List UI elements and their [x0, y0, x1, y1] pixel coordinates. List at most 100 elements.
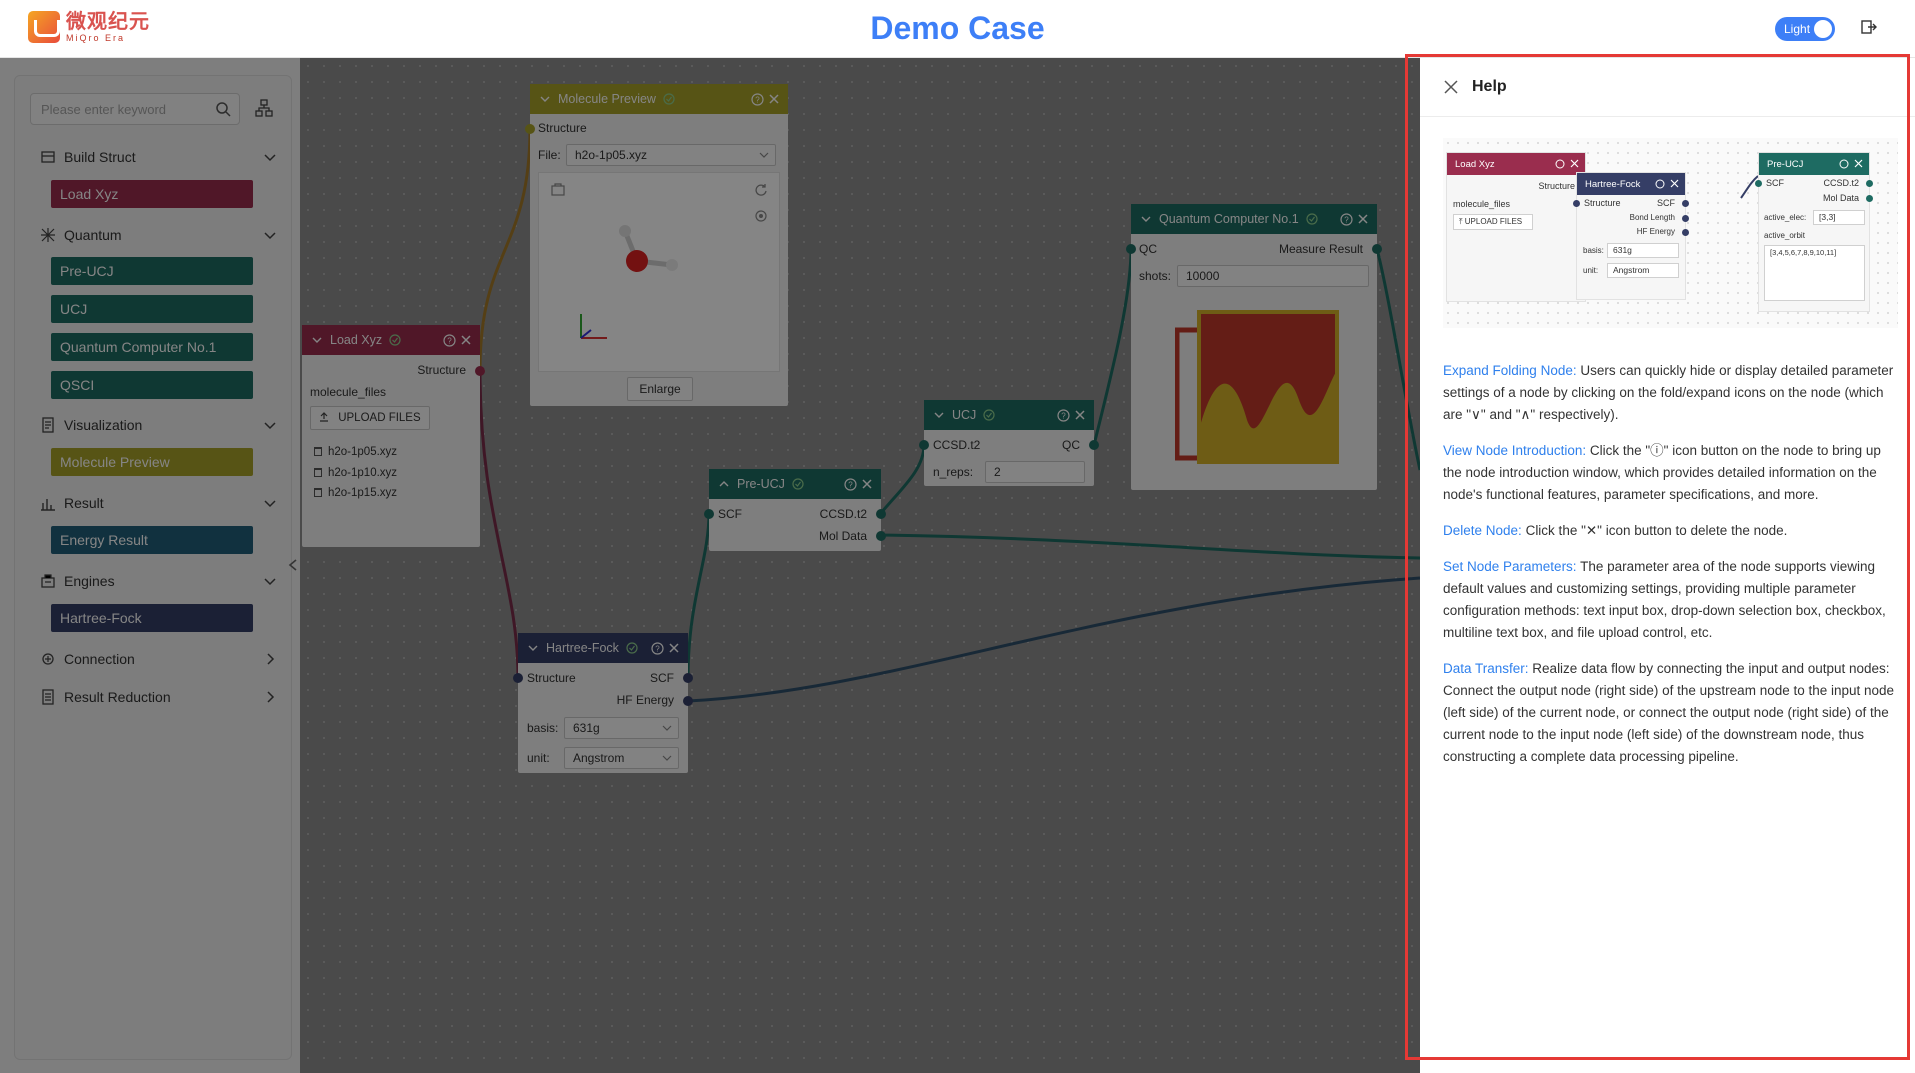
unit-select-value: Angstrom — [573, 751, 625, 765]
check-circle-icon — [663, 93, 675, 105]
svg-text:?: ? — [655, 645, 660, 654]
node-title: UCJ — [952, 408, 977, 422]
question-circle-icon[interactable]: ? — [1057, 409, 1070, 422]
exit-icon[interactable] — [1861, 19, 1877, 35]
preview-output-port — [1866, 180, 1873, 187]
help-keyword: Expand Folding Node: — [1443, 363, 1577, 378]
chevron-up-icon[interactable] — [719, 479, 729, 489]
edge-structure-to-hf — [478, 369, 520, 679]
node-hartree-fock[interactable]: Hartree-Fock ? Structure SCF HF Energy b… — [513, 633, 693, 773]
edge-moldata-to-right — [878, 533, 1421, 560]
app-header: 微观纪元 MiQro Era Demo Case Light — [0, 0, 1915, 58]
question-circle-icon[interactable]: ? — [443, 334, 456, 347]
refresh-icon[interactable] — [754, 183, 768, 197]
logo-text-en: MiQro Era — [66, 32, 126, 43]
node-quantum-computer[interactable]: Quantum Computer No.1 ? QC Measure Resul… — [1126, 204, 1382, 490]
question-circle-icon[interactable]: ? — [751, 93, 764, 106]
preview-node-title: Hartree-Fock — [1585, 178, 1641, 190]
edge-t2-to-ucj — [879, 444, 926, 514]
output-label-structure: Structure — [417, 363, 466, 377]
output-port-measure-result[interactable] — [1372, 244, 1382, 254]
node-title: Pre-UCJ — [737, 477, 785, 491]
output-port-mol-data[interactable] — [876, 531, 886, 541]
node-header[interactable]: Pre-UCJ ? — [709, 469, 881, 499]
trash-icon[interactable] — [314, 447, 322, 456]
check-circle-icon — [983, 409, 995, 421]
shots-input[interactable]: 10000 — [1177, 265, 1369, 287]
axes-icon — [580, 314, 607, 339]
close-icon[interactable] — [1074, 409, 1086, 421]
preview-node-hartree-fock: Hartree-Fock Structure SCF Bond Length H… — [1573, 172, 1689, 300]
input-label-structure: Structure — [527, 671, 576, 685]
chevron-down-icon[interactable] — [934, 410, 944, 420]
chevron-down-icon[interactable] — [312, 335, 322, 345]
node-header[interactable]: Molecule Preview ? — [530, 84, 788, 114]
unit-select[interactable]: Angstrom — [564, 747, 679, 769]
file-item[interactable]: h2o-1p10.xyz — [314, 463, 397, 484]
preview-input-port — [1573, 200, 1580, 207]
input-port-structure[interactable] — [513, 673, 523, 683]
chevron-down-icon — [662, 725, 672, 731]
output-port-structure[interactable] — [475, 366, 485, 376]
preview-output-port — [1682, 215, 1689, 222]
help-keyword: View Node Introduction: — [1443, 443, 1587, 458]
file-item[interactable]: h2o-1p05.xyz — [314, 442, 397, 463]
node-header[interactable]: Hartree-Fock ? — [518, 633, 688, 663]
chevron-down-icon — [759, 152, 769, 158]
output-port-qc[interactable] — [1089, 440, 1099, 450]
preview-node-header: Pre-UCJ — [1759, 153, 1869, 175]
input-port-scf[interactable] — [704, 509, 714, 519]
input-port-structure[interactable] — [525, 124, 535, 134]
question-circle-icon[interactable]: ? — [1340, 213, 1353, 226]
help-preview-image: Load Xyz Structure molecule_files ⤒ UPLO… — [1443, 138, 1898, 328]
preview-field-label: molecule_files — [1453, 199, 1511, 209]
node-header[interactable]: Load Xyz ? — [302, 325, 480, 355]
nreps-input[interactable]: 2 — [985, 461, 1085, 483]
image-icon[interactable] — [551, 183, 565, 197]
input-port-qc[interactable] — [1126, 244, 1136, 254]
svg-text:?: ? — [755, 96, 760, 105]
help-keyword: Set Node Parameters: — [1443, 559, 1577, 574]
chevron-down-icon[interactable] — [528, 643, 538, 653]
upload-label: UPLOAD FILES — [338, 412, 421, 424]
node-title: Molecule Preview — [558, 92, 656, 106]
target-icon[interactable] — [754, 209, 768, 223]
theme-toggle-label: Light — [1784, 22, 1811, 36]
file-select[interactable]: h2o-1p05.xyz — [566, 144, 776, 166]
close-icon[interactable] — [768, 93, 780, 105]
close-icon[interactable] — [1357, 213, 1369, 225]
output-port-scf[interactable] — [683, 673, 693, 683]
preview-node-pre-ucj: Pre-UCJ SCF CCSD.t2 Mol Data active_elec… — [1755, 152, 1873, 312]
output-port-ccsd-t2[interactable] — [876, 509, 886, 519]
node-pre-ucj[interactable]: Pre-UCJ ? SCF CCSD.t2 Mol Data — [704, 469, 886, 551]
file-name: h2o-1p15.xyz — [328, 487, 398, 499]
close-icon[interactable] — [460, 334, 472, 346]
close-icon[interactable] — [861, 478, 873, 490]
svg-text:?: ? — [1344, 216, 1349, 225]
trash-icon[interactable] — [314, 467, 322, 477]
chevron-down-icon[interactable] — [540, 94, 550, 104]
close-icon[interactable] — [1444, 80, 1458, 94]
theme-toggle[interactable]: Light — [1775, 17, 1835, 41]
enlarge-button[interactable]: Enlarge — [627, 377, 693, 401]
preview-upload-button: ⤒ UPLOAD FILES — [1453, 214, 1533, 230]
input-port-ccsd-t2[interactable] — [919, 440, 929, 450]
trash-icon[interactable] — [314, 488, 322, 497]
node-header[interactable]: UCJ ? — [924, 400, 1094, 430]
help-section-data-transfer: Data Transfer: Realize data flow by conn… — [1443, 658, 1903, 768]
question-circle-icon[interactable]: ? — [651, 642, 664, 655]
basis-select[interactable]: 631g — [564, 717, 679, 739]
chevron-down-icon[interactable] — [1141, 214, 1151, 224]
node-load-xyz[interactable]: Load Xyz ? Structure molecule_files UPLO… — [302, 325, 485, 547]
node-header[interactable]: Quantum Computer No.1 ? — [1131, 204, 1377, 234]
output-port-hf-energy[interactable] — [683, 696, 693, 706]
close-icon[interactable] — [668, 642, 680, 654]
edge-measure-to-right — [1375, 248, 1422, 471]
upload-files-button[interactable]: UPLOAD FILES — [310, 406, 430, 430]
node-ucj[interactable]: UCJ ? CCSD.t2 QC n_reps: 2 — [919, 400, 1099, 486]
preview-output-port — [1866, 195, 1873, 202]
question-circle-icon[interactable]: ? — [844, 478, 857, 491]
node-molecule-preview[interactable]: Molecule Preview ? Structure File: h2o-1… — [525, 84, 788, 406]
file-item[interactable]: h2o-1p15.xyz — [314, 483, 397, 504]
molecule-viewer[interactable] — [538, 172, 780, 372]
